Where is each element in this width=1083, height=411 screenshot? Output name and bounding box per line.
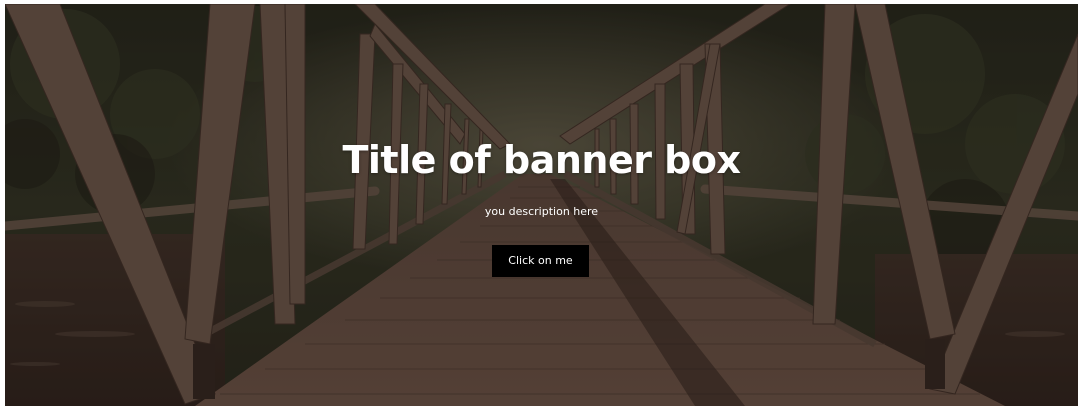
click-on-me-button[interactable]: Click on me xyxy=(492,245,589,277)
banner-title: Title of banner box xyxy=(342,138,741,182)
banner-description: you description here xyxy=(484,205,599,218)
banner-content: Title of banner box you description here… xyxy=(5,4,1078,406)
banner-box: Title of banner box you description here… xyxy=(5,4,1078,406)
